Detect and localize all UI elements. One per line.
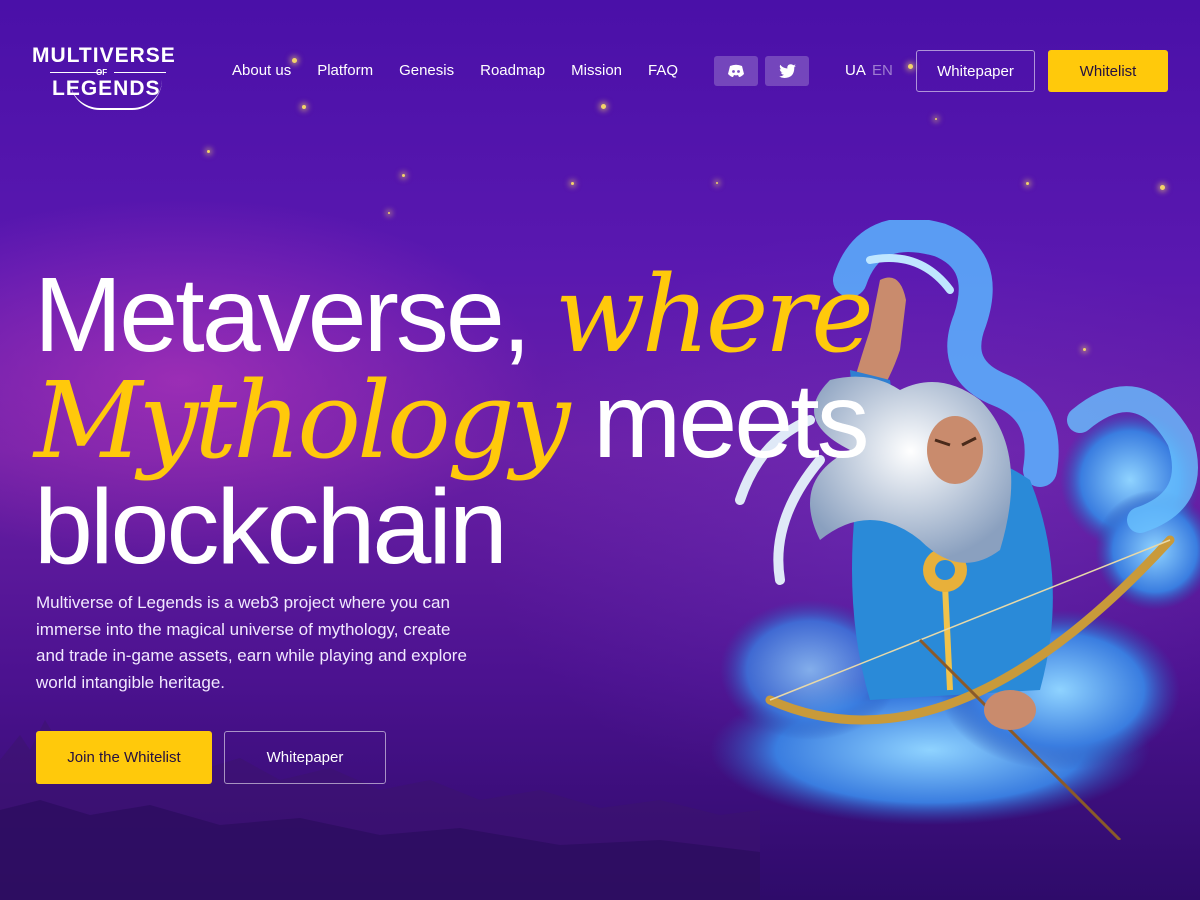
nav-platform[interactable]: Platform bbox=[317, 62, 373, 79]
headline-part-meets: meets bbox=[593, 362, 870, 480]
nav-mission[interactable]: Mission bbox=[571, 62, 622, 79]
lang-en[interactable]: EN bbox=[872, 62, 893, 79]
headline-part-blockchain: blockchain bbox=[34, 468, 508, 586]
nav-faq[interactable]: FAQ bbox=[648, 62, 678, 79]
nav-genesis[interactable]: Genesis bbox=[399, 62, 454, 79]
twitter-icon bbox=[778, 64, 796, 78]
headline-accent-mythology: Mythology bbox=[34, 359, 571, 482]
hero-description: Multiverse of Legends is a web3 project … bbox=[36, 593, 467, 692]
hero-whitepaper-button[interactable]: Whitepaper bbox=[224, 731, 386, 784]
main-nav: About us Platform Genesis Roadmap Missio… bbox=[232, 62, 678, 79]
logo-rule-left bbox=[50, 72, 102, 73]
twitter-button[interactable] bbox=[765, 56, 809, 86]
discord-button[interactable] bbox=[714, 56, 758, 86]
discord-icon bbox=[728, 64, 744, 77]
brand-logo[interactable]: MULTIVERSE OF LEGENDS bbox=[30, 44, 176, 110]
nav-roadmap[interactable]: Roadmap bbox=[480, 62, 545, 79]
headline-accent-where: where bbox=[554, 253, 874, 376]
join-whitelist-button[interactable]: Join the Whitelist bbox=[36, 731, 212, 784]
header-whitelist-button[interactable]: Whitelist bbox=[1048, 50, 1168, 92]
logo-rule-right bbox=[114, 72, 166, 73]
hero-headline: Metaverse, where Mythology meets blockch… bbox=[34, 262, 874, 581]
headline-part-1: Metaverse, bbox=[34, 256, 531, 374]
nav-about-us[interactable]: About us bbox=[232, 62, 291, 79]
logo-swoosh bbox=[70, 80, 162, 110]
logo-line-2: OF bbox=[96, 68, 108, 77]
logo-line-1: MULTIVERSE bbox=[32, 44, 176, 67]
header-whitepaper-button[interactable]: Whitepaper bbox=[916, 50, 1035, 92]
lang-ua[interactable]: UA bbox=[845, 62, 866, 79]
